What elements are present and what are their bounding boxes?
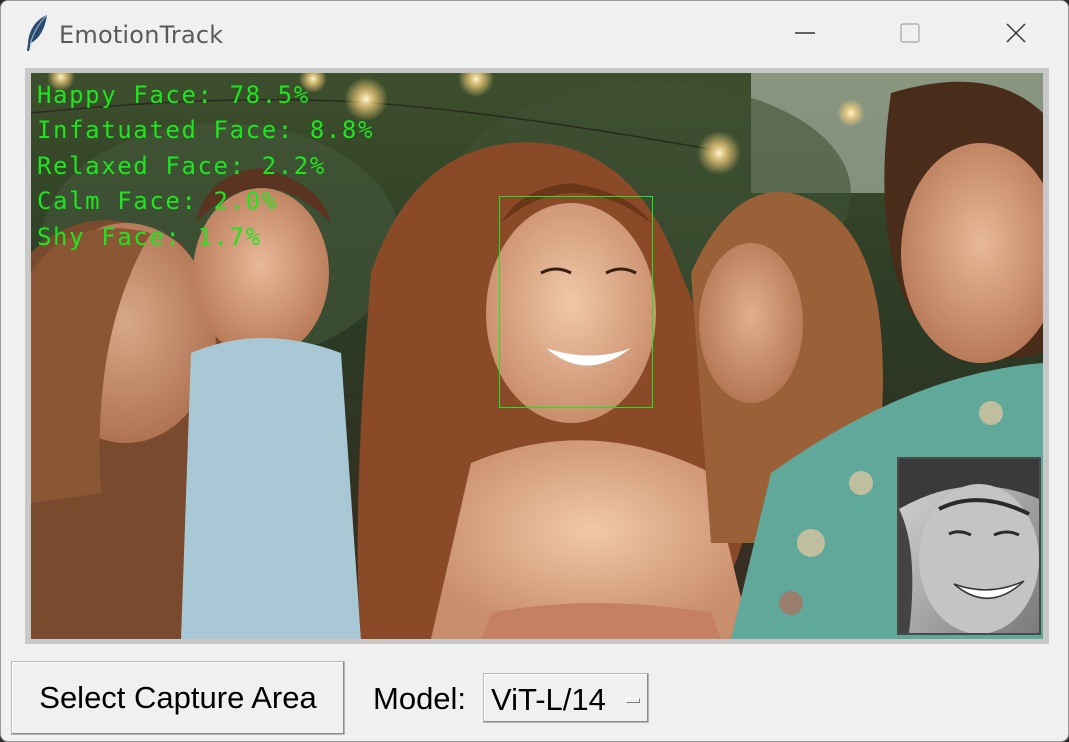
model-label: Model: bbox=[373, 681, 467, 716]
preview-frame: Happy Face: 78.5% Infatuated Face: 8.8% … bbox=[25, 68, 1049, 644]
emotion-label-3: Relaxed Face: 2.2% bbox=[37, 152, 326, 180]
minimize-button[interactable] bbox=[779, 9, 831, 57]
option-menu-indicator-icon bbox=[626, 698, 640, 703]
maximize-button[interactable] bbox=[884, 9, 936, 57]
window-title: EmotionTrack bbox=[59, 21, 224, 49]
close-button[interactable] bbox=[990, 9, 1042, 57]
emotion-label-4: Calm Face: 2.0% bbox=[37, 187, 278, 215]
app-window: EmotionTrack Happy Face: 78.5% Infatuate… bbox=[0, 0, 1069, 742]
face-detection-box bbox=[499, 196, 653, 408]
emotion-label-1: Happy Face: 78.5% bbox=[37, 81, 310, 109]
feather-icon bbox=[27, 14, 48, 51]
model-select[interactable]: ViT-L/14 bbox=[483, 673, 649, 723]
minimize-icon bbox=[795, 32, 815, 34]
control-bar: Select Capture Area Model: ViT-L/14 bbox=[1, 649, 1068, 741]
maximize-icon bbox=[900, 23, 920, 43]
model-select-value: ViT-L/14 bbox=[491, 682, 606, 717]
title-bar[interactable]: EmotionTrack bbox=[1, 1, 1068, 67]
select-capture-area-button[interactable]: Select Capture Area bbox=[11, 661, 345, 735]
close-icon bbox=[1006, 23, 1026, 43]
emotion-label-5: Shy Face: 1.7% bbox=[37, 223, 262, 251]
capture-preview: Happy Face: 78.5% Infatuated Face: 8.8% … bbox=[31, 73, 1043, 639]
emotion-label-2: Infatuated Face: 8.8% bbox=[37, 116, 375, 144]
face-thumbnail-image bbox=[899, 459, 1039, 633]
face-thumbnail bbox=[897, 457, 1041, 635]
